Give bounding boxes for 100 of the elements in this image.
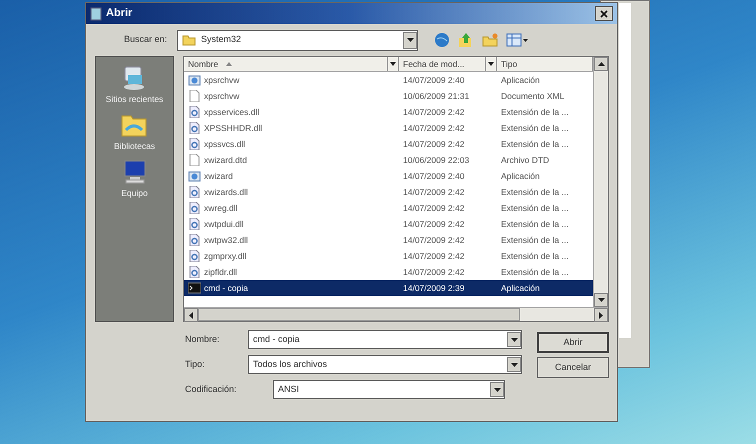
gear-document-icon <box>188 122 201 134</box>
file-name: zgmprxy.dll <box>204 250 246 262</box>
column-header[interactable]: Fecha de mod... <box>399 57 497 71</box>
file-row[interactable]: xpssvcs.dll 14/07/2009 2:42 Extensión de la ... <box>184 136 593 152</box>
file-date: 14/07/2009 2:42 <box>402 106 466 118</box>
vertical-scrollbar[interactable] <box>593 57 608 307</box>
file-date: 14/07/2009 2:42 <box>402 234 466 246</box>
file-name: xwizard <box>204 170 233 182</box>
globe-icon[interactable] <box>434 32 450 48</box>
left-arrow-icon[interactable] <box>189 312 193 318</box>
file-row[interactable]: xpsrchvw 10/06/2009 21:31 Documento XML <box>184 88 593 104</box>
window-title: Abrir <box>106 6 132 22</box>
file-row[interactable]: zipfldr.dll 14/07/2009 2:42 Extensión de la ... <box>184 264 593 280</box>
place-item[interactable]: Sitios recientes <box>106 65 164 106</box>
file-type: Extensión de la ... <box>500 122 570 134</box>
file-row[interactable]: zgmprxy.dll 14/07/2009 2:42 Extensión de la ... <box>184 248 593 264</box>
file-name: xwreg.dll <box>204 202 238 214</box>
file-type: Extensión de la ... <box>500 106 570 118</box>
close-button[interactable] <box>595 6 613 21</box>
application-icon <box>188 74 201 86</box>
down-arrow-icon[interactable] <box>598 298 604 302</box>
file-date: 10/06/2009 22:03 <box>402 154 470 166</box>
sort-arrow-icon <box>226 62 232 66</box>
caret-icon <box>510 362 518 366</box>
file-type: Archivo DTD <box>500 154 550 166</box>
file-row[interactable]: xwizard.dtd 10/06/2009 22:03 Archivo DTD <box>184 152 593 168</box>
gear-document-icon <box>188 186 201 198</box>
file-name: xpsservices.dll <box>204 106 260 118</box>
document-icon <box>188 90 201 102</box>
file-type: Extensión de la ... <box>500 250 570 262</box>
file-name: xwtpw32.dll <box>204 234 248 246</box>
file-date: 14/07/2009 2:39 <box>402 282 466 294</box>
file-row[interactable]: XPSSHHDR.dll 14/07/2009 2:42 Extensión de la ... <box>184 120 593 136</box>
file-type: Extensión de la ... <box>500 218 570 230</box>
file-name: xpsrchvw <box>204 90 240 102</box>
place-item[interactable]: Equipo <box>120 158 148 200</box>
file-date: 14/07/2009 2:42 <box>402 122 466 134</box>
file-row[interactable]: xpsrchvw 14/07/2009 2:40 Aplicación <box>184 72 593 88</box>
file-name: xwtpdui.dll <box>204 218 244 230</box>
cancel-button[interactable]: Cancelar <box>537 357 609 378</box>
file-date: 10/06/2009 21:31 <box>402 90 470 102</box>
file-row[interactable]: xwreg.dll 14/07/2009 2:42 Extensión de la ... <box>184 200 593 216</box>
file-name: zipfldr.dll <box>204 266 238 278</box>
gear-document-icon <box>188 202 201 214</box>
caret-icon[interactable] <box>488 62 494 66</box>
folder-icon <box>182 34 196 46</box>
close-icon <box>600 10 608 18</box>
file-name: XPSSHHDR.dll <box>204 122 262 134</box>
file-type: Extensión de la ... <box>500 266 570 278</box>
file-name: xpsrchvw <box>204 74 240 86</box>
caret-icon <box>494 388 500 392</box>
dropdown-field[interactable]: ANSI <box>273 380 505 399</box>
view-menu-icon[interactable] <box>506 32 528 48</box>
file-date: 14/07/2009 2:40 <box>402 170 466 182</box>
field-label: Codificación: <box>185 382 238 396</box>
file-row[interactable]: xwizard 14/07/2009 2:40 Aplicación <box>184 168 593 184</box>
file-name: cmd - copia <box>204 282 248 294</box>
open-button[interactable]: Abrir <box>537 332 609 353</box>
file-type: Aplicación <box>500 282 541 294</box>
file-date: 14/07/2009 2:42 <box>402 138 466 150</box>
right-arrow-icon[interactable] <box>599 312 603 318</box>
caret-icon[interactable] <box>390 62 396 66</box>
field-label: Tipo: <box>185 358 206 371</box>
file-name: xwizard.dtd <box>204 154 247 166</box>
file-row[interactable]: cmd - copia 14/07/2009 2:39 Aplicación <box>184 280 593 296</box>
look-in-label: Buscar en: <box>122 33 168 46</box>
caret-icon <box>406 38 414 42</box>
file-type: Documento XML <box>500 90 566 102</box>
gear-document-icon <box>188 250 201 262</box>
field-label: Nombre: <box>185 332 221 346</box>
file-row[interactable]: xwtpw32.dll 14/07/2009 2:42 Extensión de la ... <box>184 232 593 248</box>
file-date: 14/07/2009 2:40 <box>402 74 466 86</box>
place-item[interactable]: Bibliotecas <box>114 112 156 152</box>
horizontal-scrollbar[interactable] <box>184 307 608 321</box>
file-row[interactable]: xwizards.dll 14/07/2009 2:42 Extensión de la ... <box>184 184 593 200</box>
gear-document-icon <box>188 106 201 118</box>
column-header[interactable]: Nombre <box>184 57 399 71</box>
dropdown-field[interactable]: cmd - copia <box>248 330 522 349</box>
console-icon <box>188 282 201 294</box>
file-type: Aplicación <box>500 170 541 182</box>
file-date: 14/07/2009 2:42 <box>402 202 466 214</box>
file-type: Extensión de la ... <box>500 202 570 214</box>
file-type: Aplicación <box>500 74 541 86</box>
look-in-dropdown[interactable]: System32 <box>177 30 418 50</box>
file-date: 14/07/2009 2:42 <box>402 266 466 278</box>
up-arrow-icon[interactable] <box>598 62 604 66</box>
caret-icon <box>510 338 518 342</box>
application-icon <box>188 170 201 182</box>
file-type: Extensión de la ... <box>500 186 570 198</box>
file-date: 14/07/2009 2:42 <box>402 218 466 230</box>
file-type: Extensión de la ... <box>500 234 570 246</box>
dropdown-field[interactable]: Todos los archivos <box>248 355 522 374</box>
file-name: xpssvcs.dll <box>204 138 246 150</box>
gear-document-icon <box>188 234 201 246</box>
file-row[interactable]: xwtpdui.dll 14/07/2009 2:42 Extensión de la ... <box>184 216 593 232</box>
gear-document-icon <box>188 266 201 278</box>
gear-document-icon <box>188 138 201 150</box>
file-row[interactable]: xpsservices.dll 14/07/2009 2:42 Extensión de la ... <box>184 104 593 120</box>
document-icon <box>188 154 201 166</box>
file-name: xwizards.dll <box>204 186 248 198</box>
